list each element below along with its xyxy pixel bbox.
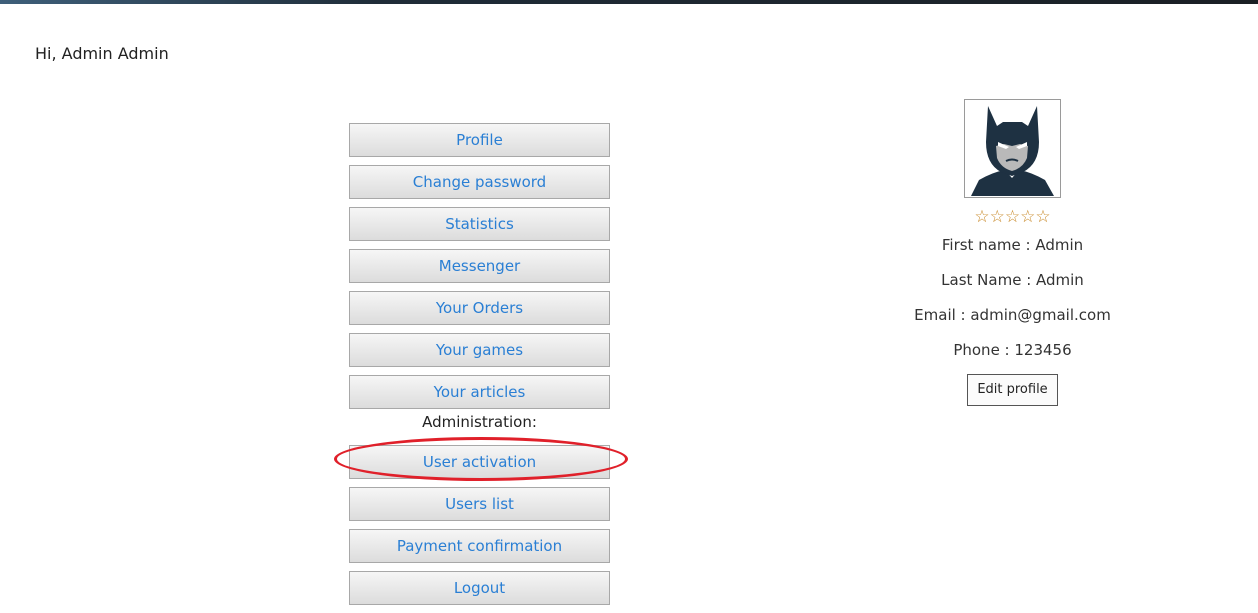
phone-text: Phone : 123456 — [953, 341, 1072, 359]
last-name-text: Last Name : Admin — [941, 271, 1084, 289]
account-menu: Profile Change password Statistics Messe… — [349, 123, 610, 613]
users-list-button[interactable]: Users list — [349, 487, 610, 521]
administration-heading: Administration: — [422, 413, 537, 431]
statistics-button[interactable]: Statistics — [349, 207, 610, 241]
payment-confirmation-button[interactable]: Payment confirmation — [349, 529, 610, 563]
your-orders-button[interactable]: Your Orders — [349, 291, 610, 325]
top-header-bar — [0, 0, 1258, 4]
change-password-button[interactable]: Change password — [349, 165, 610, 199]
logout-button[interactable]: Logout — [349, 571, 610, 605]
rating-stars: ☆☆☆☆☆ — [974, 207, 1051, 227]
your-games-button[interactable]: Your games — [349, 333, 610, 367]
edit-profile-button[interactable]: Edit profile — [967, 374, 1058, 406]
user-activation-button[interactable]: User activation — [349, 445, 610, 479]
profile-panel: ☆☆☆☆☆ First name : Admin Last Name : Adm… — [895, 99, 1130, 406]
first-name-text: First name : Admin — [941, 236, 1084, 254]
avatar — [964, 99, 1061, 198]
profile-button[interactable]: Profile — [349, 123, 610, 157]
email-text: Email : admin@gmail.com — [914, 306, 1111, 324]
batman-avatar-icon — [971, 106, 1054, 196]
messenger-button[interactable]: Messenger — [349, 249, 610, 283]
your-articles-button[interactable]: Your articles — [349, 375, 610, 409]
greeting-text: Hi, Admin Admin — [35, 44, 169, 63]
